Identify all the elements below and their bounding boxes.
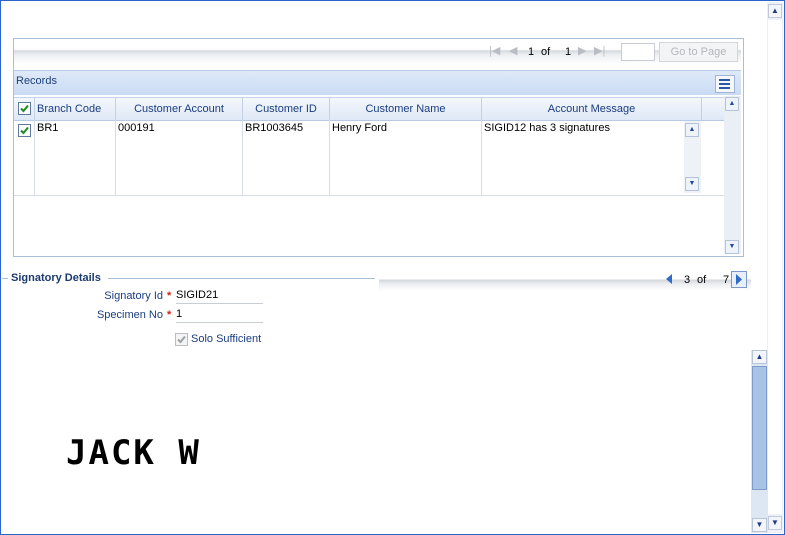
row-checkbox[interactable]: [18, 124, 31, 137]
select-all-checkbox[interactable]: [18, 102, 31, 115]
signatory-section-title: Signatory Details: [11, 272, 101, 284]
scroll-track[interactable]: [768, 20, 782, 514]
section-divider: [2, 278, 8, 279]
message-scrollbar[interactable]: ▲ ▼: [684, 121, 701, 193]
first-page-icon[interactable]: |◀: [489, 44, 500, 57]
signatory-id-label: Signatory Id: [104, 290, 163, 302]
col-branch-code[interactable]: Branch Code: [35, 98, 116, 120]
scroll-down-icon[interactable]: ▼: [768, 516, 782, 530]
scroll-down-icon[interactable]: ▼: [752, 518, 767, 532]
specimen-no-field[interactable]: 1: [176, 308, 263, 323]
prev-page-icon[interactable]: ◀: [509, 44, 517, 57]
cell-account-message: SIGID12 has 3 signatures: [484, 122, 610, 134]
required-mark: *: [167, 309, 172, 321]
table-row[interactable]: BR1 000191 BR1003645 Henry Ford SIGID12 …: [14, 120, 727, 196]
records-header-bar: [14, 70, 741, 95]
signatory-id-field[interactable]: SIGID21: [176, 289, 263, 304]
scroll-up-icon[interactable]: ▲: [685, 123, 699, 137]
specimen-no-label: Specimen No: [96, 309, 163, 321]
scroll-down-icon[interactable]: ▼: [685, 177, 699, 191]
col-customer-account[interactable]: Customer Account: [116, 98, 243, 120]
grid-scrollbar[interactable]: ▲ ▼: [724, 96, 741, 254]
prev-signatory-icon[interactable]: [664, 273, 674, 285]
solo-sufficient-checkbox[interactable]: [175, 333, 188, 346]
cell-customer-name: Henry Ford: [330, 120, 482, 195]
cell-customer-account: 000191: [116, 120, 243, 195]
column-settings-icon[interactable]: [715, 75, 735, 93]
signatory-current: 3: [684, 274, 691, 286]
solo-sufficient-label: Solo Sufficient: [191, 333, 262, 345]
page-scrollbar[interactable]: ▲ ▼: [767, 2, 783, 533]
cell-customer-id: BR1003645: [243, 120, 330, 195]
scroll-up-icon[interactable]: ▲: [725, 97, 739, 111]
goto-page-button[interactable]: Go to Page: [659, 42, 738, 62]
scroll-up-icon[interactable]: ▲: [768, 4, 782, 18]
scroll-up-icon[interactable]: ▲: [752, 350, 767, 364]
section-divider: [108, 278, 375, 279]
required-mark: *: [167, 290, 172, 302]
signatory-pager-bar: [379, 271, 751, 291]
signatory-total: 7: [723, 274, 730, 286]
table-header: Branch Code Customer Account Customer ID…: [14, 97, 727, 121]
select-all-cell: [14, 98, 35, 120]
total-pages: 1: [565, 46, 572, 58]
col-customer-name[interactable]: Customer Name: [330, 98, 482, 120]
col-customer-id[interactable]: Customer ID: [243, 98, 330, 120]
next-signatory-icon[interactable]: [731, 271, 747, 288]
next-page-icon[interactable]: ▶: [578, 44, 586, 57]
row-select-cell: [14, 120, 35, 195]
scroll-thumb[interactable]: [752, 366, 767, 490]
signature-image: JACK W: [66, 433, 201, 473]
goto-page-input[interactable]: [621, 43, 655, 61]
last-page-icon[interactable]: ▶|: [594, 44, 605, 57]
of-label: of: [541, 46, 551, 58]
current-page: 1: [528, 46, 535, 58]
cell-branch-code: BR1: [35, 120, 116, 195]
signatory-of-label: of: [697, 274, 707, 286]
col-account-message[interactable]: Account Message: [482, 98, 702, 120]
signature-scrollbar[interactable]: ▲ ▼: [751, 350, 768, 533]
scroll-down-icon[interactable]: ▼: [725, 240, 739, 254]
records-title: Records: [16, 75, 57, 87]
